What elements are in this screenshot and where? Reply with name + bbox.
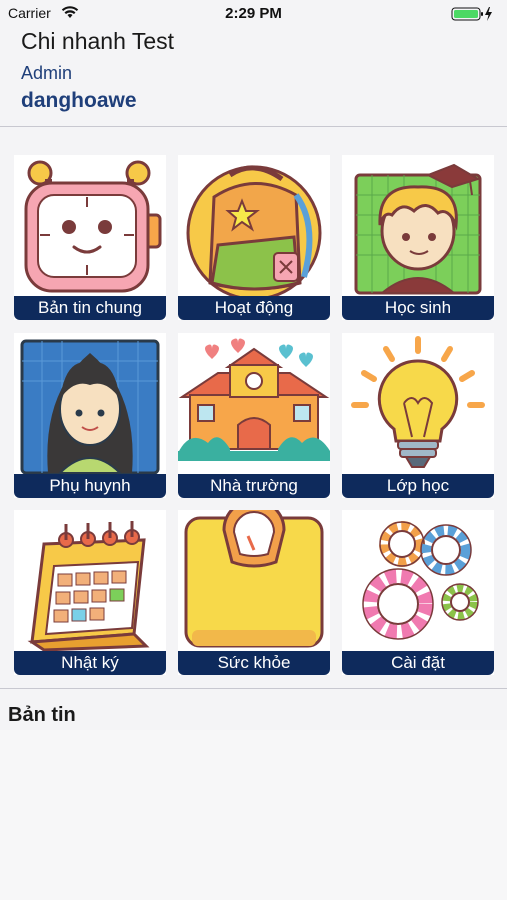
news-list [0,730,507,900]
menu-tile-classes[interactable]: Lớp học [342,333,494,498]
menu-tile-parents[interactable]: Phụ huynh [14,333,166,498]
news-section-title: Bản tin [8,704,76,726]
tile-label: Nhà trường [178,474,330,498]
tile-label: Bản tin chung [14,296,166,320]
tile-label: Phụ huynh [14,474,166,498]
tile-label: Sức khỏe [178,651,330,675]
status-bar: Carrier 2:29 PM [0,0,507,26]
grid-bottom-divider [0,688,507,689]
tile-label: Lớp học [342,474,494,498]
user-role: Admin [21,63,73,83]
clock-time: 2:29 PM [225,5,282,22]
branch-name: Chi nhanh Test [21,28,175,54]
menu-tile-diary[interactable]: Nhật ký [14,510,166,675]
tile-label: Học sinh [342,296,494,320]
tile-label: Hoạt động [178,296,330,320]
battery-icon [451,6,497,27]
menu-tile-students[interactable]: Học sinh [342,155,494,320]
menu-tile-school[interactable]: Nhà trường [178,333,330,498]
menu-tile-news[interactable]: Bản tin chung [14,155,166,320]
menu-tile-activities[interactable]: Hoạt động [178,155,330,320]
menu-tile-health[interactable]: Sức khỏe [178,510,330,675]
profile-header: Chi nhanh Test Admin danghoawe [0,26,507,126]
tile-label: Cài đặt [342,651,494,675]
username: danghoawe [21,89,137,112]
tile-label: Nhật ký [14,651,166,675]
menu-tile-settings[interactable]: Cài đặt [342,510,494,675]
header-divider [0,126,507,127]
